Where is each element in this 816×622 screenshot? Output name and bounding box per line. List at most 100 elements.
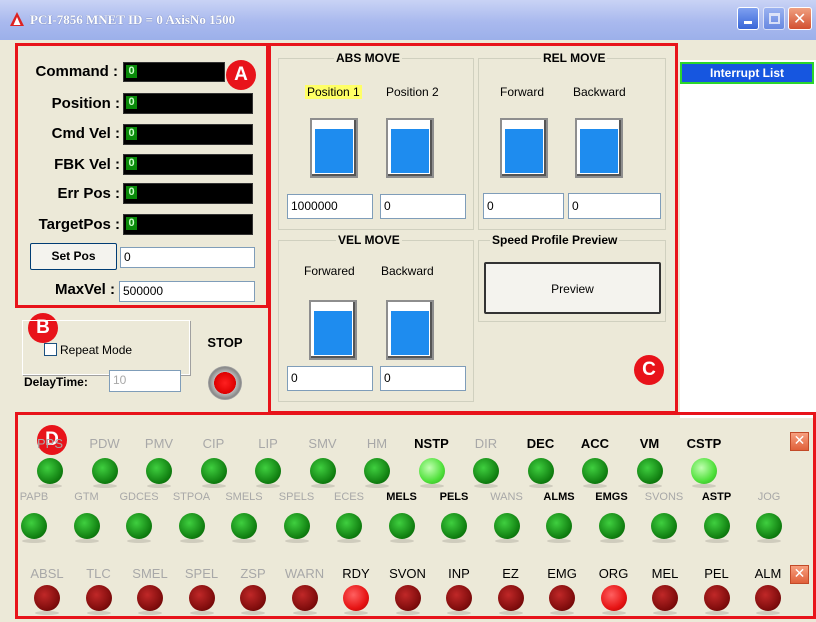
rel-move-title: REL MOVE	[541, 51, 608, 65]
target-pos-value: 0	[126, 217, 137, 230]
max-vel-input[interactable]: 500000	[119, 281, 255, 302]
io-label-smv: SMV	[308, 436, 337, 451]
io-led-spels	[283, 513, 310, 543]
io-led-lip	[255, 458, 281, 488]
io-label-astp: ASTP	[701, 491, 732, 503]
rel-forward-button[interactable]	[500, 118, 548, 178]
io-label-eces: ECES	[334, 491, 364, 503]
io-led-emg	[549, 585, 575, 615]
vel-forward-button[interactable]	[309, 300, 357, 360]
abs-move-title: ABS MOVE	[334, 51, 403, 65]
set-pos-button[interactable]: Set Pos	[30, 243, 117, 270]
minimize-icon	[744, 21, 752, 24]
io-label-spels: SPELS	[278, 491, 315, 503]
io-label-spel: SPEL	[184, 566, 219, 581]
minimize-button[interactable]	[737, 7, 759, 30]
badge-a: A	[226, 60, 256, 90]
close-io-row3-icon[interactable]: ✕	[790, 565, 809, 584]
stop-label: STOP	[207, 335, 243, 350]
io-led-stpoa	[178, 513, 205, 543]
io-led-papb	[21, 513, 47, 543]
io-label-alm: ALM	[754, 566, 782, 581]
delay-time-input[interactable]: 10	[109, 370, 181, 392]
abs-position2-label: Position 2	[386, 85, 439, 99]
io-label-smels: SMELS	[225, 491, 263, 503]
io-led-spel	[188, 585, 215, 615]
stop-button[interactable]	[208, 366, 242, 400]
io-led-smv	[309, 458, 336, 488]
io-label-cstp: CSTP	[686, 436, 722, 451]
vel-move-title: VEL MOVE	[336, 233, 402, 247]
rel-backward-fill	[580, 129, 618, 173]
io-label-nstp: NSTP	[414, 436, 449, 451]
io-led-inp	[446, 585, 472, 615]
io-label-pps: PPS	[36, 436, 63, 451]
io-label-mels: MELS	[386, 491, 417, 503]
rel-backward-input[interactable]: 0	[568, 193, 661, 219]
io-label-gtm: GTM	[74, 491, 99, 503]
io-label-zsp: ZSP	[240, 566, 266, 581]
preview-button[interactable]: Preview	[484, 262, 661, 314]
vel-forward-label: Forwared	[304, 264, 355, 278]
title-bar[interactable]: PCI-7856 MNET ID = 0 AxisNo 1500 ✕	[0, 0, 816, 40]
set-pos-input[interactable]: 0	[120, 247, 255, 268]
io-led-jog	[756, 513, 782, 543]
io-led-cip	[200, 458, 227, 488]
window-title: PCI-7856 MNET ID = 0 AxisNo 1500	[30, 12, 236, 27]
command-value: 0	[126, 65, 137, 78]
io-label-inp: INP	[448, 566, 470, 581]
abs-position1-button[interactable]	[310, 118, 358, 178]
abs-position2-fill	[391, 129, 429, 173]
rel-forward-input[interactable]: 0	[483, 193, 564, 219]
io-led-vm	[636, 458, 663, 488]
interrupt-list-button[interactable]: Interrupt List	[680, 62, 814, 84]
io-label-emgs: EMGS	[595, 491, 628, 503]
badge-c: C	[634, 355, 664, 385]
io-led-acc	[582, 458, 608, 488]
close-io-row1-icon[interactable]: ✕	[790, 432, 809, 451]
position-label: Position :	[51, 95, 120, 112]
io-label-stpoa: STPOA	[172, 491, 211, 503]
abs-position2-input[interactable]: 0	[380, 194, 466, 219]
abs-position2-button[interactable]	[386, 118, 434, 178]
io-label-dir: DIR	[474, 436, 498, 451]
io-led-hm	[364, 458, 390, 488]
fbk-vel-value: 0	[126, 157, 137, 170]
abs-position1-fill	[315, 129, 353, 173]
io-label-emg: EMG	[547, 566, 577, 581]
io-led-wans	[493, 513, 520, 543]
io-label-alms: ALMS	[543, 491, 575, 503]
io-label-pels: PELS	[439, 491, 469, 503]
io-label-rdy: RDY	[342, 566, 370, 581]
maximize-button[interactable]	[763, 7, 785, 30]
io-led-dir	[473, 458, 499, 488]
io-led-smel	[137, 585, 163, 615]
vel-forward-input[interactable]: 0	[287, 366, 373, 391]
repeat-mode-checkbox[interactable]	[44, 343, 57, 356]
vel-backward-button[interactable]	[386, 300, 434, 360]
speed-profile-title: Speed Profile Preview	[490, 233, 620, 247]
application-window: PCI-7856 MNET ID = 0 AxisNo 1500 ✕ A Com…	[0, 0, 816, 622]
close-button[interactable]: ✕	[788, 7, 812, 30]
io-led-pps	[37, 458, 63, 488]
position-value: 0	[126, 96, 137, 109]
vel-backward-input[interactable]: 0	[380, 366, 466, 391]
vel-forward-fill	[314, 311, 352, 355]
io-led-gdces	[126, 513, 152, 543]
cmd-vel-display: 0	[123, 124, 253, 145]
err-pos-label: Err Pos :	[57, 185, 120, 202]
io-led-ez	[497, 585, 524, 615]
cmd-vel-value: 0	[126, 127, 137, 140]
io-label-pel: PEL	[704, 566, 729, 581]
io-label-wans: WANS	[490, 491, 523, 503]
rel-backward-button[interactable]	[575, 118, 623, 178]
abs-position1-input[interactable]: 1000000	[287, 194, 373, 219]
io-label-tlc: TLC	[86, 566, 111, 581]
repeat-mode-label: Repeat Mode	[60, 343, 133, 357]
io-led-emgs	[598, 513, 625, 543]
rel-forward-fill	[505, 129, 543, 173]
command-display: 0	[123, 62, 225, 82]
rel-forward-label: Forward	[500, 85, 545, 99]
fbk-vel-display: 0	[123, 154, 253, 175]
io-led-smels	[231, 513, 257, 543]
